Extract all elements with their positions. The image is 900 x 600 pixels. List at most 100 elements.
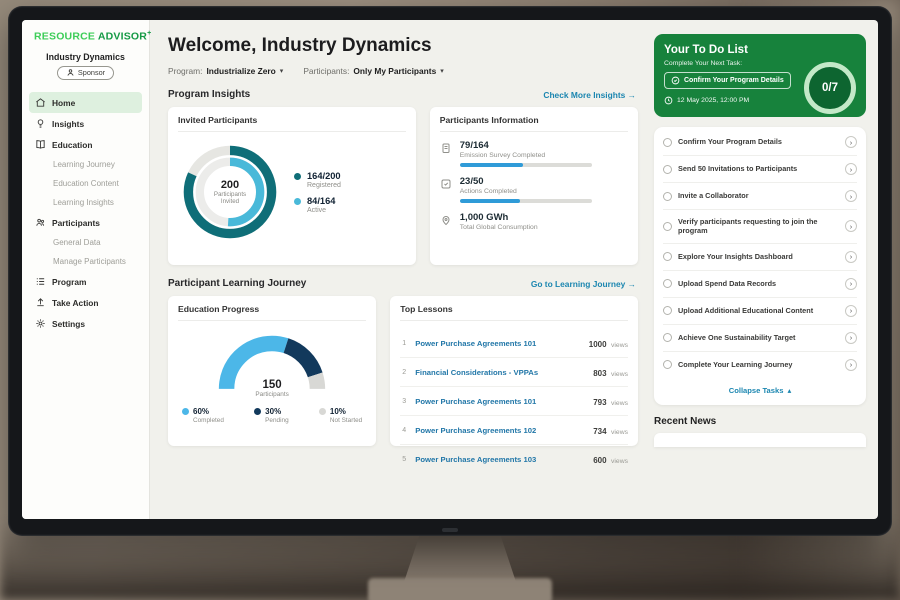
section-title: Program Insights <box>168 89 250 100</box>
lesson-views: 803 views <box>593 363 628 381</box>
participants-value: Only My Participants <box>353 66 436 76</box>
program-dropdown[interactable]: Program: Industrialize Zero ▾ <box>168 66 283 76</box>
sidebar-item-home[interactable]: Home <box>29 92 142 113</box>
chevron-right-icon[interactable]: › <box>845 251 857 263</box>
lesson-views: 793 views <box>593 392 628 410</box>
card-title: Participants Information <box>440 115 628 132</box>
donut-legend: 164/200 Registered 84/164 Active <box>294 164 341 221</box>
checkbox-circle-icon[interactable] <box>663 306 672 315</box>
invited-participants-donut-chart: 200 Participants Invited <box>178 140 282 244</box>
checkbox-circle-icon[interactable] <box>663 333 672 342</box>
chevron-right-icon[interactable]: › <box>845 220 857 232</box>
sidebar-item-general-data[interactable]: General Data <box>29 233 142 252</box>
checkbox-circle-icon[interactable] <box>663 279 672 288</box>
next-task-pill[interactable]: Confirm Your Program Details <box>664 72 791 89</box>
lesson-link[interactable]: Power Purchase Agreements 103 <box>415 455 586 464</box>
chevron-right-icon[interactable]: › <box>845 332 857 344</box>
card-title: Invited Participants <box>178 115 406 132</box>
gear-icon <box>35 318 46 329</box>
stat-emission-survey: 79/164 Emission Survey Completed <box>440 140 628 167</box>
program-label: Program: <box>168 66 202 76</box>
participants-dropdown[interactable]: Participants: Only My Participants ▾ <box>303 66 443 76</box>
task-row[interactable]: Send 50 Invitations to Participants › <box>663 156 857 183</box>
learning-journey-cards: Education Progress 150 Participants <box>168 296 638 446</box>
program-insights-header: Program Insights Check More Insights → <box>168 89 636 100</box>
lesson-views: 1000 views <box>589 334 628 352</box>
collapse-tasks-button[interactable]: Collapse Tasks ▴ <box>663 378 857 403</box>
todo-column: Your To Do List Complete Your Next Task:… <box>652 20 878 519</box>
chevron-right-icon[interactable]: › <box>845 359 857 371</box>
learning-journey-header: Participant Learning Journey Go to Learn… <box>168 278 636 289</box>
stat-actions-completed: 23/50 Actions Completed <box>440 176 628 203</box>
chevron-right-icon[interactable]: › <box>845 190 857 202</box>
checkbox-circle-icon[interactable] <box>663 165 672 174</box>
chevron-right-icon[interactable]: › <box>845 305 857 317</box>
sidebar-item-manage-participants[interactable]: Manage Participants <box>29 252 142 271</box>
home-icon <box>35 97 46 108</box>
task-row[interactable]: Upload Additional Educational Content › <box>663 298 857 325</box>
section-title: Participant Learning Journey <box>168 278 306 289</box>
todo-progress-ring: 0/7 <box>804 62 856 114</box>
legend-dot <box>294 198 301 205</box>
card-title: Top Lessons <box>400 304 628 321</box>
go-to-learning-journey-link[interactable]: Go to Learning Journey → <box>531 279 636 289</box>
chevron-right-icon[interactable]: › <box>845 278 857 290</box>
check-more-insights-link[interactable]: Check More Insights → <box>543 90 636 100</box>
task-row[interactable]: Verify participants requesting to join t… <box>663 210 857 244</box>
sidebar-item-education-content[interactable]: Education Content <box>29 174 142 193</box>
participants-information-card: Participants Information 79/164 Emission… <box>430 107 638 265</box>
todo-progress-value: 0/7 <box>822 82 838 94</box>
recent-news-title: Recent News <box>654 416 866 427</box>
legend-dot <box>319 408 326 415</box>
task-row[interactable]: Invite a Collaborator › <box>663 183 857 210</box>
task-row[interactable]: Upload Spend Data Records › <box>663 271 857 298</box>
lesson-link[interactable]: Financial Considerations - VPPAs <box>415 368 586 377</box>
legend-item-not-started: 10% Not Started <box>319 407 362 424</box>
app-logo: RESOURCE ADVISOR+ <box>22 30 149 43</box>
participants-label: Participants: <box>303 66 349 76</box>
sidebar-item-insights[interactable]: Insights <box>29 113 142 134</box>
lesson-link[interactable]: Power Purchase Agreements 102 <box>415 426 586 435</box>
legend-item-registered: 164/200 Registered <box>294 171 341 189</box>
task-row[interactable]: Explore Your Insights Dashboard › <box>663 244 857 271</box>
lesson-link[interactable]: Power Purchase Agreements 101 <box>415 339 582 348</box>
task-row[interactable]: Confirm Your Program Details › <box>663 129 857 156</box>
donut-center-label: Participants Invited <box>209 191 251 206</box>
task-row[interactable]: Achieve One Sustainability Target › <box>663 325 857 352</box>
chevron-down-icon: ▾ <box>280 67 284 75</box>
clipboard-icon <box>440 141 452 153</box>
sidebar-item-label: Take Action <box>52 298 99 308</box>
checkbox-circle-icon[interactable] <box>663 252 672 261</box>
sidebar-item-education[interactable]: Education <box>29 134 142 155</box>
chevron-right-icon[interactable]: › <box>845 136 857 148</box>
lightbulb-icon <box>35 118 46 129</box>
education-progress-card: Education Progress 150 Participants <box>168 296 376 446</box>
sidebar-item-learning-insights[interactable]: Learning Insights <box>29 193 142 212</box>
card-title: Education Progress <box>178 304 366 321</box>
filters-row: Program: Industrialize Zero ▾ Participan… <box>168 66 638 76</box>
sidebar-item-settings[interactable]: Settings <box>29 313 142 334</box>
todo-title: Your To Do List <box>664 44 856 56</box>
chevron-right-icon[interactable]: › <box>845 163 857 175</box>
logo-resource: RESOURCE <box>34 31 95 43</box>
sidebar-item-learning-journey[interactable]: Learning Journey <box>29 155 142 174</box>
legend-dot <box>182 408 189 415</box>
sidebar-item-label: Home <box>52 98 75 108</box>
checkbox-circle-icon[interactable] <box>663 222 672 231</box>
monitor-stand <box>404 528 516 582</box>
book-icon <box>35 139 46 150</box>
checkbox-circle-icon[interactable] <box>663 192 672 201</box>
lesson-link[interactable]: Power Purchase Agreements 101 <box>415 397 586 406</box>
sidebar-item-label: Settings <box>52 319 85 329</box>
legend-item-active: 84/164 Active <box>294 196 341 214</box>
task-row[interactable]: Complete Your Learning Journey › <box>663 352 857 378</box>
checkbox-circle-icon[interactable] <box>663 360 672 369</box>
sponsor-badge[interactable]: Sponsor <box>57 66 114 80</box>
lesson-row: 4 Power Purchase Agreements 102 734 view… <box>400 416 628 445</box>
checkbox-circle-icon[interactable] <box>663 138 672 147</box>
sidebar-item-program[interactable]: Program <box>29 271 142 292</box>
sidebar-item-take-action[interactable]: Take Action <box>29 292 142 313</box>
sidebar-item-label: Participants <box>52 218 100 228</box>
sidebar-item-participants[interactable]: Participants <box>29 212 142 233</box>
sidebar: RESOURCE ADVISOR+ Industry Dynamics Spon… <box>22 20 150 519</box>
